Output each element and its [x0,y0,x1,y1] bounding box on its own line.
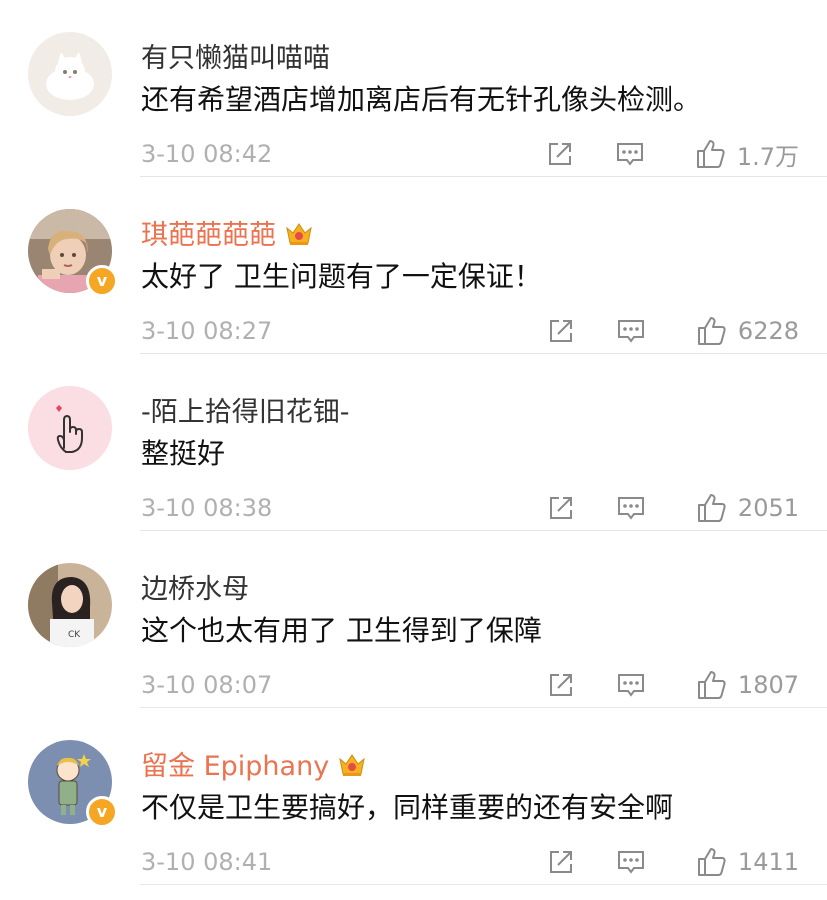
like-count: 6228 [737,317,799,345]
comment-actions: 2051 [546,491,799,525]
avatar[interactable]: v [28,740,118,828]
comment-icon[interactable] [616,670,646,700]
avatar[interactable] [28,32,112,116]
like-button[interactable]: 2051 [696,492,799,524]
share-icon[interactable] [546,670,576,700]
comment-text: 整挺好 [141,437,226,470]
comment-text: 太好了 卫生问题有了一定保证！ [141,260,542,293]
verified-badge-icon: v [86,796,118,828]
username-label: 留金 Epiphany [141,751,330,782]
like-button[interactable]: 6228 [696,315,799,347]
comment-icon[interactable] [616,493,646,523]
username-label: 琪葩葩葩葩 [141,220,276,251]
comment-item: 有只懒猫叫喵喵 还有希望酒店增加离店后有无针孔像头检测。 3-10 08:42 … [0,0,827,177]
comment-item: v 琪葩葩葩葩 太好了 卫生问题有了一定保证！ 3-10 08:27 6228 [0,177,827,354]
username[interactable]: 边桥水母 [141,567,249,606]
comment-icon[interactable] [616,316,646,346]
share-icon[interactable] [546,316,576,346]
username[interactable]: 有只懒猫叫喵喵 [141,36,330,75]
like-count: 1411 [737,848,799,876]
white-kitten-avatar-icon [28,32,112,116]
like-button[interactable]: 1.7万 [695,137,799,172]
thumbs-up-icon [696,846,728,878]
like-count: 1807 [737,671,799,699]
comment-actions: 6228 [546,314,799,348]
vip-crown-icon [337,749,367,779]
like-count: 2051 [737,494,799,522]
divider [140,884,827,885]
username[interactable]: -陌上拾得旧花钿- [141,390,350,429]
avatar[interactable]: CK [28,563,112,647]
comment-icon[interactable] [615,139,645,169]
comment-time: 3-10 08:07 [141,671,273,699]
username[interactable]: 留金 Epiphany [141,744,367,783]
finger-heart-avatar-icon [28,386,112,470]
share-icon[interactable] [545,139,575,169]
thumbs-up-icon [696,492,728,524]
comment-item: -陌上拾得旧花钿- 整挺好 3-10 08:38 2051 [0,354,827,531]
username-label: 边桥水母 [141,574,249,605]
comment-time: 3-10 08:41 [141,848,273,876]
comment-item: CK 边桥水母 这个也太有用了 卫生得到了保障 3-10 08:07 1807 [0,531,827,708]
comment-text: 还有希望酒店增加离店后有无针孔像头检测。 [141,83,702,116]
like-button[interactable]: 1807 [696,669,799,701]
comment-text: 这个也太有用了 卫生得到了保障 [141,614,542,647]
girl-photo-avatar-icon: CK [28,563,112,647]
svg-text:CK: CK [68,630,81,640]
like-count: 1.7万 [736,142,799,171]
thumbs-up-icon [696,669,728,701]
comment-actions: 1411 [546,845,799,879]
avatar[interactable] [28,386,112,470]
comment-actions: 1807 [546,668,799,702]
share-icon[interactable] [546,493,576,523]
username[interactable]: 琪葩葩葩葩 [141,213,314,252]
username-label: 有只懒猫叫喵喵 [141,43,330,74]
thumbs-up-icon [696,315,728,347]
comment-item: v 留金 Epiphany 不仅是卫生要搞好，同样重要的还有安全啊 3-10 0… [0,708,827,885]
comment-text: 不仅是卫生要搞好，同样重要的还有安全啊 [141,791,674,824]
like-button[interactable]: 1411 [696,846,799,878]
comment-time: 3-10 08:42 [141,140,273,168]
comment-icon[interactable] [616,847,646,877]
username-label: -陌上拾得旧花钿- [141,397,350,428]
vip-crown-icon [284,218,314,248]
comment-time: 3-10 08:38 [141,494,273,522]
share-icon[interactable] [546,847,576,877]
comment-actions: 1.7万 [545,137,799,171]
thumbs-up-icon [695,138,727,170]
comment-time: 3-10 08:27 [141,317,273,345]
avatar[interactable]: v [28,209,118,297]
verified-badge-icon: v [86,265,118,297]
